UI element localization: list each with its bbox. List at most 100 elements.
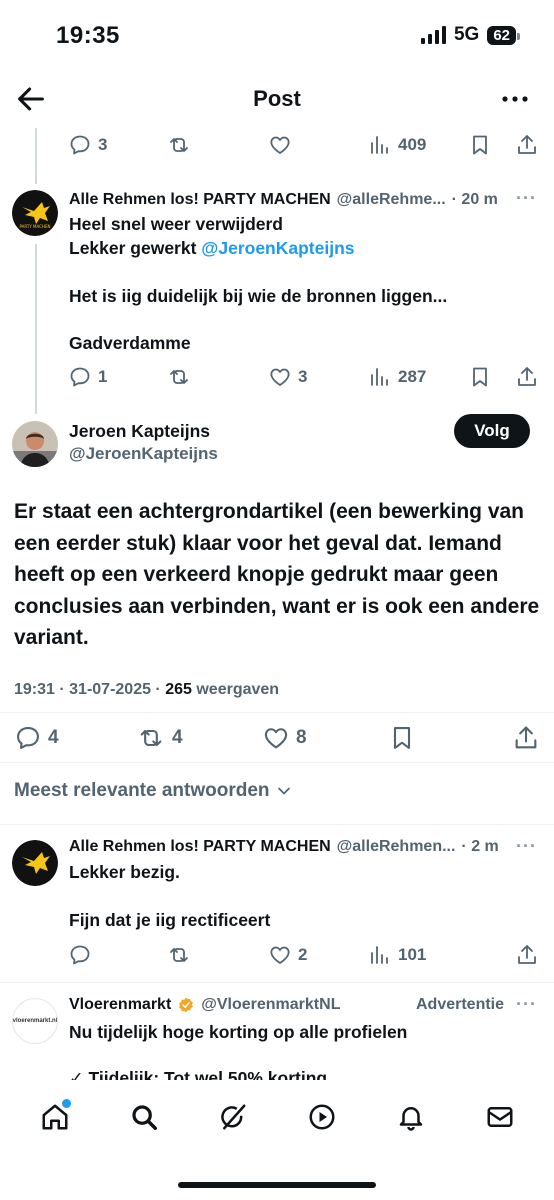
status-time: 19:35 <box>56 22 120 49</box>
share-icon <box>515 726 537 749</box>
video-icon <box>309 1104 334 1130</box>
home-tab[interactable] <box>35 1097 75 1137</box>
bookmark-button[interactable] <box>388 724 416 752</box>
share-button[interactable] <box>512 724 540 752</box>
grok-tab[interactable] <box>213 1097 253 1137</box>
search-tab[interactable] <box>124 1097 164 1137</box>
page-title: Post <box>253 86 301 111</box>
like-icon <box>270 136 290 154</box>
views-icon <box>371 136 388 154</box>
bell-icon <box>399 1107 422 1131</box>
like-count: 8 <box>296 727 307 748</box>
views-icon <box>371 946 388 964</box>
reply-button[interactable]: 1 <box>68 365 107 389</box>
notification-dot <box>61 1099 71 1108</box>
video-tab[interactable] <box>302 1097 342 1137</box>
verified-icon <box>179 997 194 1013</box>
author-name[interactable]: Jeroen Kapteijns <box>69 421 210 442</box>
reply-icon <box>17 727 39 749</box>
views-count: 101 <box>398 945 427 964</box>
repost-button[interactable] <box>167 943 191 967</box>
reply-button[interactable]: 3 <box>68 133 107 157</box>
bookmark-button[interactable] <box>468 133 492 157</box>
avatar[interactable] <box>12 421 58 467</box>
thread-line <box>35 244 37 414</box>
reply2-line1: Lekker bezig. <box>69 862 180 882</box>
views-button[interactable]: 101 <box>368 943 426 967</box>
post-meta: 19:31 · 31-07-2025 · 265 weergaven <box>14 681 279 699</box>
author-handle[interactable]: @alleRehme... <box>337 191 446 209</box>
like-button[interactable]: 3 <box>268 365 307 389</box>
like-icon <box>270 368 290 386</box>
reply-count: 3 <box>98 135 108 154</box>
avatar[interactable]: PARTY MACHEN <box>12 190 58 236</box>
sort-label: Meest relevante antwoorden <box>14 780 270 801</box>
share-button[interactable] <box>515 133 539 157</box>
avatar-text: PARTY MACHEN <box>20 224 51 229</box>
repost-icon <box>170 948 188 962</box>
reply1-line1: Heel snel weer verwijderd <box>69 214 283 234</box>
repost-button[interactable]: 4 <box>136 724 183 752</box>
messages-tab[interactable] <box>480 1097 520 1137</box>
bookmark-button[interactable] <box>468 365 492 389</box>
post-more-icon[interactable]: ··· <box>516 188 537 209</box>
bookmark-icon <box>393 727 411 749</box>
repost-button[interactable] <box>167 365 191 389</box>
battery-icon: 62 <box>487 25 520 45</box>
notifications-tab[interactable] <box>391 1097 431 1137</box>
ad-line2: ✓ Tijdelijk: Tot wel 50% korting <box>69 1068 328 1080</box>
share-icon <box>518 945 536 964</box>
reply2-line2: Fijn dat je iig rectificeert <box>69 910 271 930</box>
repost-icon <box>140 729 162 747</box>
home-indicator <box>178 1182 376 1188</box>
divider <box>0 824 554 825</box>
reply-icon <box>70 135 90 155</box>
divider <box>0 982 554 983</box>
author-handle[interactable]: @JeroenKapteijns <box>69 444 218 464</box>
like-icon <box>270 946 290 964</box>
reply-button[interactable]: 4 <box>14 724 59 752</box>
post-more-icon[interactable]: ··· <box>516 994 537 1015</box>
share-button[interactable] <box>515 365 539 389</box>
like-button[interactable]: 8 <box>262 724 307 752</box>
sort-replies-button[interactable]: Meest relevante antwoorden <box>14 780 294 802</box>
reply-button[interactable] <box>68 943 92 967</box>
grok-icon <box>220 1104 245 1130</box>
author-name[interactable]: Vloerenmarkt <box>69 996 171 1014</box>
thread-line <box>35 128 37 184</box>
like-button[interactable] <box>268 133 292 157</box>
more-icon[interactable] <box>500 86 530 112</box>
chevron-down-icon <box>277 787 290 795</box>
post-time: · 2 m <box>461 838 499 855</box>
like-button[interactable]: 2 <box>268 943 307 967</box>
views-number: 265 <box>165 681 192 698</box>
repost-button[interactable] <box>167 133 191 157</box>
share-button[interactable] <box>515 943 539 967</box>
follow-button[interactable]: Volg <box>454 414 530 448</box>
repost-icon <box>170 370 188 384</box>
post-timestamp: 19:31 · 31-07-2025 · <box>14 681 166 698</box>
avatar[interactable]: vloerenmarkt.nl <box>12 998 58 1044</box>
views-button[interactable]: 287 <box>368 365 426 389</box>
views-icon <box>371 368 388 386</box>
mail-icon <box>487 1107 512 1127</box>
views-button[interactable]: 409 <box>368 133 426 157</box>
views-count: 409 <box>398 135 427 154</box>
avatar[interactable] <box>12 840 58 886</box>
reply-icon <box>70 367 90 387</box>
repost-icon <box>170 138 188 152</box>
reply1-line3: Het is iig duidelijk bij wie de bronnen … <box>69 286 448 306</box>
ad-line1: Nu tijdelijk hoge korting op alle profie… <box>69 1022 408 1042</box>
author-handle[interactable]: @alleRehmen... <box>337 838 456 856</box>
author-name[interactable]: Alle Rehmen los! PARTY MACHEN <box>69 838 331 856</box>
author-handle[interactable]: @VloerenmarktNL <box>201 996 340 1014</box>
author-name[interactable]: Alle Rehmen los! PARTY MACHEN <box>69 191 331 209</box>
divider <box>0 762 554 763</box>
mention-link[interactable]: @JeroenKapteijns <box>201 238 354 258</box>
reply-count: 4 <box>48 727 59 748</box>
bookmark-icon <box>473 135 487 155</box>
post-more-icon[interactable]: ··· <box>516 836 537 857</box>
reply-icon <box>70 945 90 965</box>
repost-count: 4 <box>172 727 183 748</box>
post-time: · 20 m <box>451 191 498 208</box>
